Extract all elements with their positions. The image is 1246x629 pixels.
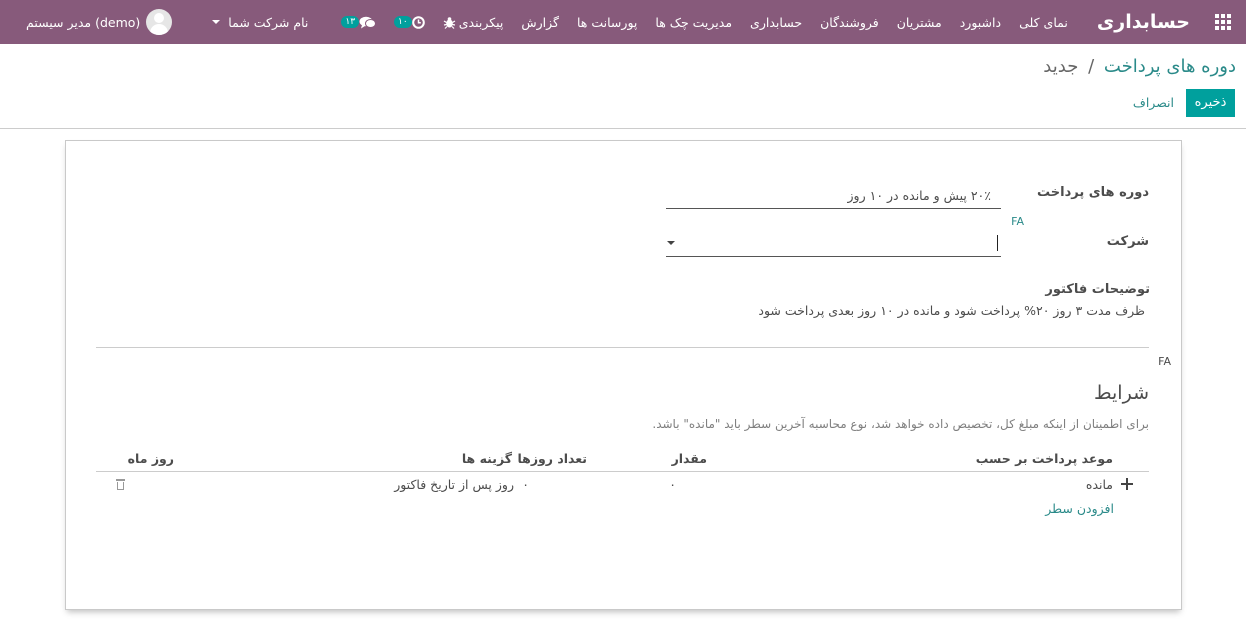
control-panel: دوره های پرداخت / جدید ذخیره انصراف [0,44,1246,129]
messages-count-badge: ۱۳ [341,16,360,28]
company-select[interactable] [666,229,1001,257]
translate-button-note[interactable]: FA [1158,355,1171,368]
save-button[interactable]: ذخیره [1186,89,1235,117]
user-name: مدیر سیستم (demo) [26,14,141,30]
menu-item-commissions[interactable]: پورسانت ها [568,15,646,30]
menu-item-overview[interactable]: نمای کلی [1010,15,1077,30]
debug-menu[interactable] [434,16,465,29]
company-switcher-label: نام شرکت شما [228,14,309,30]
main-menu: نمای کلی داشبورد مشتریان فروشندگان حسابد… [450,0,1077,44]
menu-item-accounting[interactable]: حسابداری [741,15,811,30]
discard-button[interactable]: انصراف [1133,89,1174,117]
column-days[interactable]: تعداد روزها [517,451,587,466]
section-divider [96,347,1149,348]
payment-term-label: دوره های پرداخت [1037,185,1149,200]
menu-item-vendors[interactable]: فروشندگان [811,15,888,30]
activity-count-badge: ۱۰ [394,16,412,28]
top-navbar: حسابداری نمای کلی داشبورد مشتریان فروشند… [0,0,1246,44]
invoice-note-value[interactable]: ظرف مدت ۳ روز ۲۰% پرداخت شود و مانده در … [758,303,1145,318]
form-sheet: دوره های پرداخت ۲۰٪ پیش و مانده در ۱۰ رو… [65,140,1182,610]
company-switcher[interactable]: نام شرکت شما [172,15,308,30]
cell-days: ۰ [522,477,529,492]
apps-grid-icon [1215,14,1231,30]
breadcrumb-current: جدید [1043,56,1079,77]
dropdown-caret-icon[interactable] [667,241,675,245]
table-header-border [96,471,1149,472]
menu-item-check-management[interactable]: مدیریت چک ها [646,15,741,30]
terms-section-title: شرایط [1093,382,1149,404]
company-label: شرکت [1106,234,1149,249]
column-value[interactable]: مقدار [672,451,707,466]
add-line-button[interactable]: افزودن سطر [1045,501,1114,516]
trash-icon[interactable] [116,479,125,490]
menu-item-reporting[interactable]: گزارش [512,15,568,30]
menu-item-dashboard[interactable]: داشبورد [951,15,1010,30]
terms-help-text: برای اطمینان از اینکه مبلغ کل، تخصیص داد… [652,417,1149,431]
column-day-of-month[interactable]: روز ماه [128,451,174,466]
cell-value: ۰ [669,477,676,492]
chat-icon [359,16,377,28]
messaging-menu[interactable]: ۱۳ [332,16,385,29]
caret-down-icon [212,20,221,24]
breadcrumb-separator: / [1088,56,1095,77]
systray: ۱۳ ۱۰ [308,15,465,29]
breadcrumb: دوره های پرداخت / جدید [1043,56,1236,77]
cell-due-type: مانده [1085,477,1113,492]
text-cursor [997,235,998,251]
activity-menu[interactable]: ۱۰ [385,15,434,29]
column-due-type[interactable]: موعد پرداخت بر حسب [976,451,1113,466]
menu-item-customers[interactable]: مشتریان [888,15,951,30]
navbar-right-section: مدیر سیستم (demo) نام شرکت شما ۱۳ ۱۰ [0,0,465,44]
invoice-note-label: توضیحات فاکتور [1045,282,1150,297]
translate-button[interactable]: FA [1011,215,1024,228]
cell-option: روز پس از تاریخ فاکتور [394,477,514,492]
drag-handle-icon[interactable] [1121,478,1133,490]
app-brand[interactable]: حسابداری [1077,11,1204,33]
bug-icon [443,16,456,29]
apps-menu-button[interactable] [1204,0,1242,44]
breadcrumb-payment-terms[interactable]: دوره های پرداخت [1104,56,1236,77]
user-menu[interactable]: مدیر سیستم (demo) [0,9,173,35]
avatar [146,9,173,35]
column-option[interactable]: گزینه ها [462,451,512,466]
payment-term-value: ۲۰٪ پیش و مانده در ۱۰ روز [847,188,991,203]
clock-icon [411,15,425,29]
